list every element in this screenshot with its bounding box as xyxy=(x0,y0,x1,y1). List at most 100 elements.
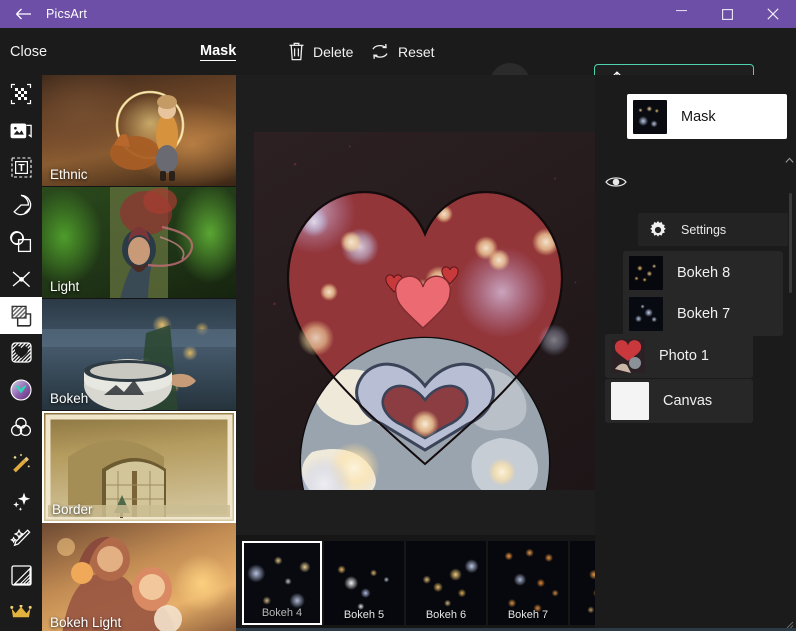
preset-label: Bokeh 4 xyxy=(261,607,303,619)
crown-gold-icon xyxy=(10,605,32,618)
trash-icon xyxy=(289,42,304,61)
shape-mask-icon xyxy=(10,230,32,252)
layers-scroll-up[interactable] xyxy=(785,157,794,166)
rail-item-sticker[interactable] xyxy=(0,186,42,223)
magic-wand-icon xyxy=(13,453,30,473)
heart-frame-icon xyxy=(10,342,32,364)
rail-item-photo[interactable] xyxy=(0,112,42,149)
back-button[interactable] xyxy=(0,0,46,28)
layer-name: Canvas xyxy=(663,393,713,409)
preset-filmstrip[interactable]: Bokeh 4 Bokeh 5 Bokeh 6 Bokeh 7 xyxy=(236,535,595,631)
rail-item-cutout[interactable] xyxy=(0,75,42,112)
close-editor-button[interactable]: Close xyxy=(10,28,47,75)
rail-item-crown-gold[interactable] xyxy=(0,594,42,631)
sticker-icon xyxy=(13,194,32,215)
gear-icon xyxy=(650,220,666,237)
effect-label: Bokeh Light xyxy=(50,615,122,630)
checkerboard-cutout-icon xyxy=(10,83,32,104)
arrow-left-icon xyxy=(15,8,31,20)
layers-scrollbar[interactable] xyxy=(789,193,792,293)
rail-item-sparkle[interactable] xyxy=(0,260,42,297)
layer-name: Bokeh 7 xyxy=(677,306,731,322)
svg-text:T: T xyxy=(18,162,25,174)
pencil-magic-icon xyxy=(10,528,31,547)
layer-visibility-toggle[interactable] xyxy=(605,175,627,189)
minimize-button[interactable] xyxy=(658,0,704,28)
preset-item-bokeh-7[interactable]: Bokeh 7 xyxy=(488,541,568,625)
rail-item-pencil-magic[interactable] xyxy=(0,520,42,557)
maximize-button[interactable] xyxy=(704,0,750,28)
photo-stack-icon xyxy=(10,123,32,138)
layer-item-mask[interactable]: Mask xyxy=(627,94,787,139)
layer-item-bokeh-8[interactable]: Bokeh 8 xyxy=(623,251,783,295)
rail-item-text[interactable]: T xyxy=(0,149,42,186)
tab-mask-label: Mask xyxy=(200,42,237,61)
delete-button[interactable]: Delete xyxy=(288,28,353,75)
preset-label: Bokeh 6 xyxy=(425,609,467,621)
layer-thumb-canvas xyxy=(611,382,649,420)
layer-item-canvas[interactable]: Canvas xyxy=(605,379,753,423)
canvas-area: Bokeh 4 Bokeh 5 Bokeh 6 Bokeh 7 xyxy=(236,75,596,631)
title-bar: PicsArt xyxy=(0,0,796,28)
rail-item-heart-frame[interactable] xyxy=(0,334,42,371)
layers-panel: Mask Settings Bokeh 8 Bokeh 7 Photo 1 Ca… xyxy=(595,75,796,631)
effects-panel[interactable]: Ethnic Light Bokeh Border Bokeh Light xyxy=(42,75,236,631)
rail-item-shape-mask[interactable] xyxy=(0,223,42,260)
effect-item-border[interactable]: Border xyxy=(42,411,236,523)
tool-rail: T xyxy=(0,75,42,631)
mask-hatch-icon xyxy=(11,305,31,327)
effect-item-bokeh-light[interactable]: Bokeh Light xyxy=(42,523,236,631)
preset-label: Bokeh 7 xyxy=(507,609,549,621)
layer-thumb-mask xyxy=(633,99,667,134)
rail-item-gradient[interactable] xyxy=(0,557,42,594)
rail-item-mask[interactable] xyxy=(0,297,42,335)
rail-item-magic-wand[interactable] xyxy=(0,446,42,483)
canvas-stage xyxy=(242,75,596,530)
layer-item-bokeh-7[interactable]: Bokeh 7 xyxy=(623,292,783,336)
preset-label: Bokeh 5 xyxy=(343,609,385,621)
layer-name: Mask xyxy=(681,108,716,125)
delete-label: Delete xyxy=(313,43,354,60)
app-title: PicsArt xyxy=(46,7,87,21)
preset-item-partial[interactable] xyxy=(570,541,595,625)
reset-button[interactable]: Reset xyxy=(370,28,435,75)
gear-icon-wrap xyxy=(649,220,667,239)
color-blend-icon xyxy=(10,417,32,437)
preset-item-bokeh-5[interactable]: Bokeh 5 xyxy=(324,541,404,625)
effect-label: Ethnic xyxy=(50,167,88,182)
close-button[interactable] xyxy=(750,0,796,28)
layer-settings-label: Settings xyxy=(681,222,727,237)
app-window: PicsArt Close Mask Delete Reset T Ethnic… xyxy=(0,0,796,631)
rail-item-color-blend[interactable] xyxy=(0,409,42,446)
effect-item-ethnic[interactable]: Ethnic xyxy=(42,75,236,187)
heart-bokeh-composite xyxy=(286,190,570,490)
refresh-icon xyxy=(372,43,388,59)
layer-thumb-photo-1 xyxy=(611,339,645,373)
layer-settings-row[interactable]: Settings xyxy=(638,213,788,246)
layer-thumb-bokeh-7 xyxy=(629,297,663,331)
effect-label: Light xyxy=(50,279,80,294)
effect-label: Border xyxy=(52,502,93,517)
effect-item-bokeh[interactable]: Bokeh xyxy=(42,299,236,411)
layer-thumb-bokeh-8 xyxy=(629,256,663,290)
tab-mask[interactable]: Mask xyxy=(200,28,237,75)
gradient-square-icon xyxy=(10,565,32,586)
artboard[interactable] xyxy=(254,132,596,490)
minimize-icon xyxy=(675,9,687,11)
editor-toolbar: Close Mask Delete Reset xyxy=(0,28,796,103)
butterfly-circle-icon xyxy=(10,379,32,401)
close-icon xyxy=(767,8,779,20)
layer-name: Bokeh 8 xyxy=(677,265,731,281)
sparkle-star-icon xyxy=(12,271,30,287)
effect-item-light[interactable]: Light xyxy=(42,187,236,299)
text-box-icon: T xyxy=(10,157,32,178)
chevron-up-icon xyxy=(785,157,794,163)
layer-name: Photo 1 xyxy=(659,348,709,364)
rail-item-sparkles[interactable] xyxy=(0,483,42,520)
preset-item-bokeh-6[interactable]: Bokeh 6 xyxy=(406,541,486,625)
rail-item-butterfly[interactable] xyxy=(0,372,42,409)
preset-item-bokeh-4[interactable]: Bokeh 4 xyxy=(242,541,322,625)
reset-label: Reset xyxy=(398,43,435,60)
layer-item-photo-1[interactable]: Photo 1 xyxy=(605,334,753,378)
eye-icon xyxy=(605,177,627,187)
